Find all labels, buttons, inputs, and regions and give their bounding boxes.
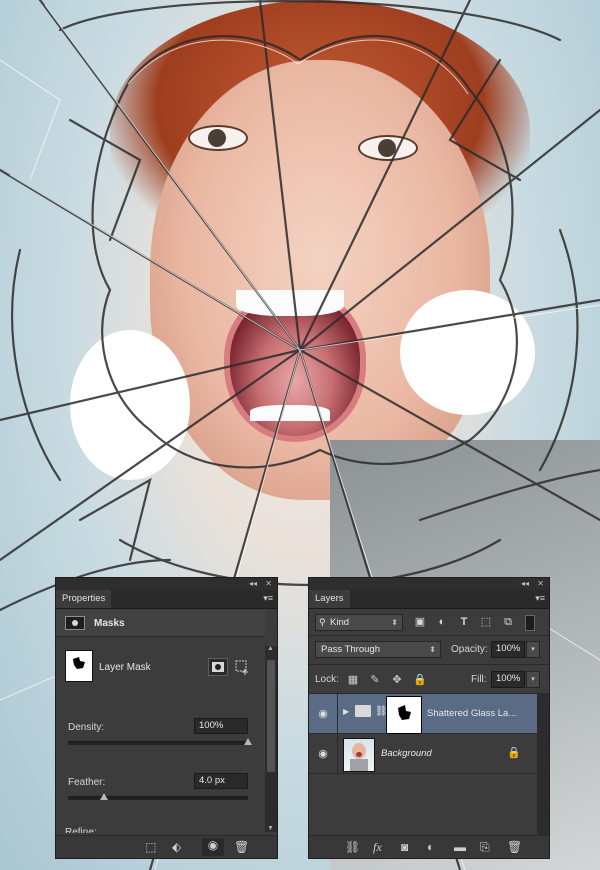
mask-shape-icon: [398, 705, 411, 720]
add-vector-mask-icon[interactable]: [234, 658, 250, 676]
divider: [309, 664, 549, 665]
mask-label: Layer Mask: [99, 662, 151, 673]
scroll-down-icon[interactable]: ▼: [267, 825, 274, 832]
trash-icon[interactable]: 🗑: [507, 840, 522, 854]
folder-icon: [355, 705, 371, 717]
panel-menu-icon[interactable]: ▾≡: [535, 593, 545, 604]
masks-header: Masks: [56, 610, 265, 637]
opacity-dropdown-icon[interactable]: ▾: [526, 641, 540, 658]
search-icon: ⚲: [319, 617, 326, 627]
layer-mask-thumbnail[interactable]: [387, 697, 421, 733]
fill-field[interactable]: 100%: [491, 671, 525, 688]
opacity-label: Opacity:: [451, 644, 488, 655]
apply-mask-icon[interactable]: ⬖: [172, 840, 181, 854]
density-slider-knob[interactable]: [244, 738, 252, 745]
panel-header: ◂◂ ✕: [56, 578, 277, 590]
filter-kind-dropdown[interactable]: ⚲ Kind ⬍: [315, 614, 403, 631]
section-title: Masks: [94, 618, 125, 629]
layers-bottom-bar: ⛓ fx ◙ ◐ ▬ ⎘ 🗑: [309, 835, 549, 858]
link-layers-icon[interactable]: ⛓: [345, 840, 360, 854]
filter-toggle-switch[interactable]: [525, 615, 535, 631]
panel-header: ◂◂ ✕: [309, 578, 549, 590]
divider: [309, 635, 549, 636]
properties-tabbar: Properties ▾≡: [56, 590, 277, 609]
feather-slider-knob[interactable]: [100, 793, 108, 800]
mask-shape-icon: [73, 657, 85, 669]
fill-dropdown-icon[interactable]: ▾: [526, 671, 540, 688]
visibility-column: ◉: [309, 694, 338, 733]
lock-icon: 🔒: [507, 747, 521, 759]
properties-bottom-bar: ⬚ ⬖ ◉ 🗑: [56, 835, 277, 858]
blend-mode-value: Pass Through: [321, 644, 380, 655]
density-label: Density:: [68, 722, 105, 733]
properties-panel: ◂◂ ✕ Properties ▾≡ Masks Layer Mask ▲ ▼ …: [55, 577, 278, 859]
tab-properties[interactable]: Properties: [56, 590, 112, 608]
lock-label: Lock:: [315, 674, 339, 685]
tab-layers[interactable]: Layers: [309, 590, 350, 608]
opacity-field[interactable]: 100%: [491, 641, 525, 658]
smart-object-filter-icon[interactable]: ⧉: [501, 615, 515, 629]
new-layer-icon[interactable]: ⎘: [480, 840, 490, 855]
layers-scrollbar[interactable]: [537, 694, 549, 836]
visibility-column: ◉: [309, 734, 338, 773]
adjustment-layer-icon[interactable]: ◐: [427, 840, 434, 854]
chevron-updown-icon: ⬍: [391, 618, 398, 627]
collapse-icon[interactable]: ◂◂: [249, 578, 257, 590]
panel-menu-icon[interactable]: ▾≡: [263, 593, 273, 604]
expand-group-icon[interactable]: ▶: [343, 707, 349, 716]
filter-kind-value: Kind: [330, 617, 350, 628]
layers-tabbar: Layers ▾≡: [309, 590, 549, 609]
scroll-up-icon[interactable]: ▲: [267, 645, 274, 652]
feather-slider[interactable]: [68, 796, 248, 800]
feather-field[interactable]: 4.0 px: [194, 773, 248, 789]
eye-icon[interactable]: ◉: [317, 748, 329, 760]
density-field[interactable]: 100%: [194, 718, 248, 734]
load-selection-icon[interactable]: ⬚: [145, 840, 156, 854]
collapse-icon[interactable]: ◂◂: [521, 578, 529, 590]
fill-label: Fill:: [471, 674, 487, 685]
mask-icon: [65, 616, 85, 630]
scroll-thumb[interactable]: [267, 660, 275, 772]
layer-name: Background: [381, 748, 432, 759]
lock-transparent-icon[interactable]: ▦: [347, 674, 359, 686]
close-panel-icon[interactable]: ✕: [537, 578, 544, 590]
lock-all-icon[interactable]: 🔒: [413, 674, 427, 686]
properties-scrollbar[interactable]: ▲ ▼: [265, 645, 277, 832]
link-icon[interactable]: ⛓: [375, 706, 388, 717]
density-slider[interactable]: [68, 741, 248, 745]
chevron-updown-icon: ⬍: [429, 645, 436, 654]
type-filter-icon[interactable]: T: [457, 615, 471, 629]
lock-position-icon[interactable]: ✥: [391, 674, 403, 686]
toggle-mask-visibility-icon[interactable]: ◉: [202, 838, 224, 856]
shape-filter-icon[interactable]: ⬚: [479, 615, 493, 629]
fx-icon[interactable]: fx: [373, 840, 382, 855]
feather-label: Feather:: [68, 777, 106, 788]
delete-mask-icon[interactable]: 🗑: [234, 840, 249, 854]
eye-icon[interactable]: ◉: [317, 708, 329, 720]
layer-row-shattered-glass[interactable]: ◉ ▶ ⛓ Shattered Glass La...: [309, 694, 537, 734]
new-group-icon[interactable]: ▬: [454, 840, 466, 854]
pixel-filter-icon[interactable]: ▣: [413, 615, 427, 629]
layer-name: Shattered Glass La...: [427, 708, 517, 719]
add-mask-icon[interactable]: ◙: [401, 840, 408, 854]
mask-thumbnail[interactable]: [65, 650, 93, 682]
layer-row-background[interactable]: ◉ Background 🔒: [309, 734, 537, 774]
refine-label: Refine:: [65, 827, 97, 833]
select-pixel-mask-button[interactable]: [208, 658, 228, 676]
close-panel-icon[interactable]: ✕: [265, 578, 272, 590]
layer-thumbnail[interactable]: [343, 738, 375, 772]
blend-mode-dropdown[interactable]: Pass Through ⬍: [315, 641, 441, 658]
layers-panel: ◂◂ ✕ Layers ▾≡ ⚲ Kind ⬍ ▣ ◐ T ⬚ ⧉ Pass T…: [308, 577, 550, 859]
adjustment-filter-icon[interactable]: ◐: [435, 615, 449, 629]
lock-image-icon[interactable]: ✎: [369, 674, 381, 686]
